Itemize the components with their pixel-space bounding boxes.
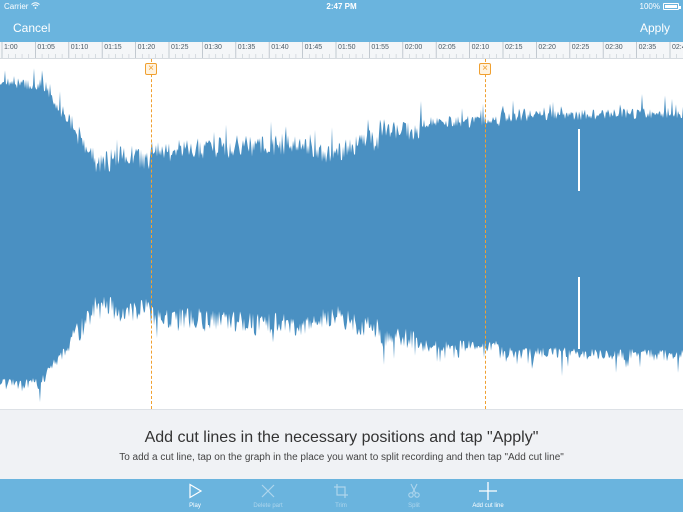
ruler-tick-label: 02:10: [471, 44, 490, 51]
battery-indicator: 100%: [639, 2, 681, 11]
apply-button[interactable]: Apply: [640, 21, 670, 35]
bottom-toolbar: Play Delete part Trim Split Add cut line: [0, 479, 683, 512]
split-button[interactable]: Split: [384, 481, 444, 509]
ruler-tick-label: 1:00: [4, 44, 18, 51]
waveform-area[interactable]: × ✂ × ✂: [0, 59, 683, 409]
battery-icon: [663, 3, 681, 10]
ruler-tick-label: 01:50: [338, 44, 356, 51]
waveform-shape: [0, 68, 683, 403]
ruler-tick-label: 02:25: [571, 44, 590, 51]
play-label: Play: [189, 503, 201, 509]
ruler-tick-label: 02:05: [438, 44, 456, 51]
plus-icon: [458, 481, 518, 501]
ruler-tick-label: 02:20: [538, 44, 556, 51]
delete-part-label: Delete part: [253, 503, 283, 509]
ruler-tick-label: 01:55: [371, 44, 389, 51]
play-icon: [165, 481, 225, 501]
ruler-tick-label: 01:15: [104, 44, 122, 51]
instruction-panel: Add cut lines in the necessary positions…: [0, 409, 683, 479]
add-cut-line-button[interactable]: Add cut line: [458, 481, 518, 509]
waveform-gap: [578, 277, 580, 349]
ruler-tick-label: 02:35: [638, 44, 657, 51]
play-button[interactable]: Play: [165, 481, 225, 509]
ruler-tick-label: 02:40: [672, 44, 683, 51]
delete-part-button[interactable]: Delete part: [238, 481, 298, 509]
ruler-tick-label: 02:15: [505, 44, 523, 51]
trim-label: Trim: [335, 503, 347, 509]
ruler-tick-label: 02:30: [605, 44, 623, 51]
ruler-tick-label: 02:00: [404, 44, 423, 51]
split-label: Split: [408, 503, 420, 509]
waveform-gap: [578, 129, 580, 191]
ruler-tick-label: 01:05: [37, 44, 55, 51]
cut-line-2[interactable]: [485, 59, 487, 409]
instruction-title: Add cut lines in the necessary positions…: [144, 429, 539, 446]
add-cut-line-label: Add cut line: [472, 503, 504, 509]
ruler-tick-label: 01:20: [137, 44, 156, 51]
cut-line-1-remove-icon[interactable]: ×: [145, 63, 157, 75]
status-bar: Carrier 2:47 PM 100%: [0, 0, 683, 14]
delete-icon: [238, 481, 298, 501]
cancel-button[interactable]: Cancel: [13, 21, 50, 35]
cut-line-1[interactable]: [151, 59, 153, 409]
ruler-tick-label: 01:10: [70, 44, 89, 51]
ruler-tick-label: 01:40: [271, 44, 289, 51]
instruction-subtitle: To add a cut line, tap on the graph in t…: [119, 452, 564, 463]
ruler-tick-label: 01:45: [304, 44, 323, 51]
scissors-icon: [384, 481, 444, 501]
cut-line-2-remove-icon[interactable]: ×: [479, 63, 491, 75]
ruler-tick-label: 01:35: [237, 44, 256, 51]
status-time: 2:47 PM: [326, 2, 357, 11]
waveform-graph[interactable]: [0, 59, 683, 409]
time-ruler[interactable]: 1:00 01:05 01:10 01:15 01:20 01:25 01:30 01:35 0…: [0, 42, 683, 59]
battery-percent: 100%: [639, 2, 660, 11]
nav-bar: Cancel Apply: [0, 14, 683, 42]
ruler-tick-label: 01:25: [171, 44, 189, 51]
ruler-tick-label: 01:30: [204, 44, 222, 51]
crop-icon: [311, 481, 371, 501]
trim-button[interactable]: Trim: [311, 481, 371, 509]
